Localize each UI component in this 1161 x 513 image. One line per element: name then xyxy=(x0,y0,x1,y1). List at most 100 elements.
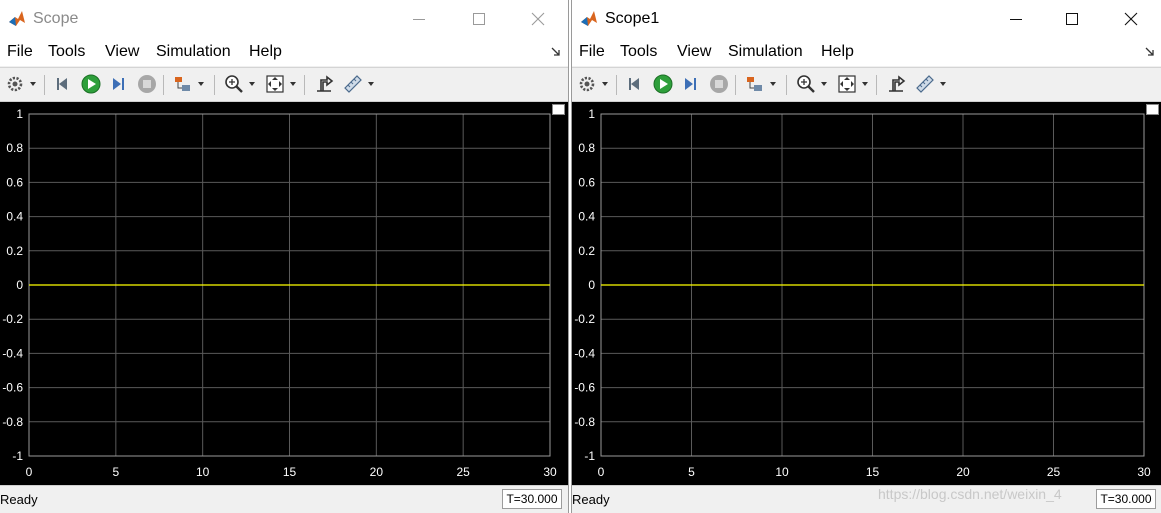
scope1-window: Scope1 File Tools View Simulation Help 1… xyxy=(571,0,1161,513)
x-tick-label: 5 xyxy=(112,465,119,479)
ruler-measure-icon xyxy=(344,75,362,93)
y-tick-label: -0.4 xyxy=(2,346,23,360)
matlab-logo-icon xyxy=(580,10,598,28)
run-button[interactable] xyxy=(652,73,674,95)
cursor-measure-icon xyxy=(317,75,334,92)
dropdown-arrow-icon[interactable] xyxy=(198,82,204,86)
undock-button[interactable] xyxy=(1146,104,1159,115)
menu-tools[interactable]: Tools xyxy=(620,43,657,61)
ruler-measure-button[interactable] xyxy=(914,73,936,95)
y-tick-label: 0.4 xyxy=(578,210,595,224)
menu-tools[interactable]: Tools xyxy=(48,43,85,61)
toolbar-separator xyxy=(304,75,305,95)
dock-arrow-icon[interactable] xyxy=(550,46,562,58)
toolbar-separator xyxy=(735,75,736,95)
menu-view[interactable]: View xyxy=(105,43,139,61)
plot-area[interactable]: 1 0.8 0.6 0.4 0.2 0 -0.2 -0.4 -0.6 -0.8 -1 0 5 10 15 20… xyxy=(572,102,1161,486)
settings-icon xyxy=(7,76,23,92)
step-back-button[interactable] xyxy=(53,73,75,95)
x-tick-label: 15 xyxy=(283,465,297,479)
simulation-time: T=30.000 xyxy=(502,489,562,509)
dropdown-arrow-icon[interactable] xyxy=(290,82,296,86)
y-tick-label: 1 xyxy=(16,107,23,121)
toolbar-separator xyxy=(163,75,164,95)
run-icon xyxy=(81,74,101,94)
step-forward-button[interactable] xyxy=(107,73,129,95)
y-tick-label: 0 xyxy=(16,278,23,292)
maximize-icon xyxy=(473,13,485,25)
dropdown-arrow-icon[interactable] xyxy=(249,82,255,86)
y-tick-label: 0.8 xyxy=(578,141,595,155)
status-text: Ready xyxy=(0,492,38,507)
toolbar-separator xyxy=(616,75,617,95)
zoom-in-button[interactable] xyxy=(795,73,817,95)
toolbar-separator xyxy=(44,75,45,95)
close-icon xyxy=(531,12,545,26)
status-bar: Ready T=30.000 xyxy=(0,485,568,513)
zoom-fit-button[interactable] xyxy=(264,73,286,95)
minimize-button[interactable] xyxy=(993,0,1039,38)
zoom-fit-icon xyxy=(266,75,284,93)
settings-button[interactable] xyxy=(576,73,598,95)
menu-file[interactable]: File xyxy=(7,43,33,61)
x-tick-label: 30 xyxy=(543,465,557,479)
dropdown-arrow-icon[interactable] xyxy=(602,82,608,86)
window-title: Scope xyxy=(33,10,79,27)
maximize-button[interactable] xyxy=(1049,0,1095,38)
title-bar[interactable]: Scope1 xyxy=(572,0,1161,38)
scope-plot: 10.80.60.40.20-0.2-0.4-0.6-0.8-10 5 10 15 20… xyxy=(2,107,557,479)
cursor-measure-button[interactable] xyxy=(313,73,335,95)
minimize-button[interactable] xyxy=(396,0,442,38)
close-button[interactable] xyxy=(515,0,561,38)
menu-simulation[interactable]: Simulation xyxy=(728,43,803,61)
menu-file[interactable]: File xyxy=(579,43,605,61)
dropdown-arrow-icon[interactable] xyxy=(862,82,868,86)
menu-help[interactable]: Help xyxy=(821,43,854,61)
stop-icon xyxy=(138,75,156,93)
status-text: Ready xyxy=(572,492,610,507)
y-tick-label: -0.6 xyxy=(2,381,23,395)
dock-arrow-icon[interactable] xyxy=(1144,46,1156,58)
step-forward-button[interactable] xyxy=(679,73,701,95)
zoom-in-button[interactable] xyxy=(223,73,245,95)
toolbar xyxy=(0,67,568,102)
dropdown-arrow-icon[interactable] xyxy=(770,82,776,86)
run-icon xyxy=(653,74,673,94)
menu-help[interactable]: Help xyxy=(249,43,282,61)
y-tick-label: -0.8 xyxy=(2,415,23,429)
zoom-fit-button[interactable] xyxy=(836,73,858,95)
menu-bar: File Tools View Simulation Help xyxy=(572,38,1161,66)
x-tick-label: 20 xyxy=(370,465,384,479)
title-bar[interactable]: Scope xyxy=(0,0,568,38)
stop-button[interactable] xyxy=(708,73,730,95)
x-tick-label: 5 xyxy=(688,465,695,479)
status-bar: Ready T=30.000 xyxy=(572,485,1161,513)
maximize-button[interactable] xyxy=(456,0,502,38)
undock-button[interactable] xyxy=(552,104,565,115)
cursor-measure-button[interactable] xyxy=(885,73,907,95)
y-tick-label: 0.6 xyxy=(578,175,595,189)
menu-view[interactable]: View xyxy=(677,43,711,61)
step-back-button[interactable] xyxy=(625,73,647,95)
y-tick-label: -0.4 xyxy=(574,346,595,360)
x-tick-label: 25 xyxy=(456,465,470,479)
highlight-block-button[interactable] xyxy=(744,73,766,95)
dropdown-arrow-icon[interactable] xyxy=(368,82,374,86)
run-button[interactable] xyxy=(80,73,102,95)
toolbar-separator xyxy=(786,75,787,95)
stop-button[interactable] xyxy=(136,73,158,95)
plot-area[interactable]: 1 0.8 0.6 0.4 0.2 0 -0.2 -0.4 -0.6 -0.8 -1 0 5 10 15 20… xyxy=(0,102,568,486)
close-button[interactable] xyxy=(1108,0,1154,38)
menu-simulation[interactable]: Simulation xyxy=(156,43,231,61)
x-tick-label: 0 xyxy=(598,465,605,479)
zoom-in-icon xyxy=(797,75,815,93)
dropdown-arrow-icon[interactable] xyxy=(30,82,36,86)
dropdown-arrow-icon[interactable] xyxy=(821,82,827,86)
highlight-block-button[interactable] xyxy=(172,73,194,95)
settings-button[interactable] xyxy=(4,73,26,95)
dropdown-arrow-icon[interactable] xyxy=(940,82,946,86)
stop-icon xyxy=(710,75,728,93)
y-tick-label: 1 xyxy=(588,107,595,121)
ruler-measure-button[interactable] xyxy=(342,73,364,95)
x-tick-label: 25 xyxy=(1047,465,1061,479)
